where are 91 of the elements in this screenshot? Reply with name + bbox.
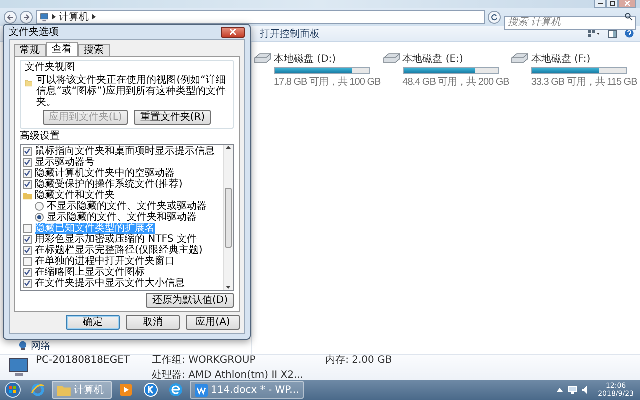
detail-text: 工作组: WORKGROUP xyxy=(152,354,257,367)
dialog-title: 文件夹选项 xyxy=(9,26,59,39)
address-bar[interactable]: 计算机 xyxy=(36,10,485,24)
setting-label[interactable]: 在缩略图上显示文件图标 xyxy=(35,267,145,278)
checkbox[interactable] xyxy=(23,224,32,233)
network-icon xyxy=(18,341,28,350)
refresh-icon xyxy=(491,14,498,20)
e-logo-icon xyxy=(169,383,183,397)
chevron-icon xyxy=(92,14,96,20)
close-icon xyxy=(230,29,236,35)
scrollbar[interactable] xyxy=(223,145,233,290)
dialog-button[interactable]: 确定 xyxy=(66,315,120,330)
drive-name[interactable]: 本地磁盘 (E:) xyxy=(402,52,510,66)
k-logo-icon xyxy=(144,383,158,397)
radio-button[interactable] xyxy=(35,202,44,211)
hard-drive-icon xyxy=(254,52,272,64)
checkbox[interactable] xyxy=(23,235,32,244)
maximize-icon xyxy=(610,1,614,6)
w-logo-icon xyxy=(195,384,208,396)
maximize-button[interactable] xyxy=(606,0,618,8)
detail-text: 处理器: AMD Athlon(tm) II X2... xyxy=(152,368,304,382)
tray-arrow-icon[interactable] xyxy=(557,388,564,392)
drive-name[interactable]: 本地磁盘 (D:) xyxy=(274,52,381,66)
setting-label[interactable]: 隐藏受保护的操作系统文件(推荐) xyxy=(35,179,183,190)
checkbox[interactable] xyxy=(23,158,32,167)
search-icon xyxy=(625,13,633,21)
setting-label[interactable]: 在标题栏显示完整路径(仅限经典主题) xyxy=(35,245,203,256)
section-heading: 高级设置 xyxy=(20,131,61,142)
checkbox[interactable] xyxy=(23,268,32,277)
checkbox[interactable] xyxy=(23,257,32,266)
setting-label[interactable]: 隐藏文件和文件夹 xyxy=(35,190,115,201)
tab[interactable]: 常规 xyxy=(14,44,46,56)
minimize-button[interactable] xyxy=(594,0,606,8)
toolbar-button[interactable]: 打开控制面板 xyxy=(256,26,324,40)
back-arrow-icon xyxy=(7,14,14,20)
nav-item[interactable]: 网络 xyxy=(31,338,51,352)
computer-icon xyxy=(8,358,30,378)
setting-label[interactable]: 不显示隐藏的文件、文件夹或驱动器 xyxy=(47,201,207,212)
setting-label[interactable]: 在文件夹提示中显示文件大小信息 xyxy=(35,278,185,289)
chevron-icon xyxy=(52,14,56,20)
address-text: 计算机 xyxy=(59,10,89,24)
drive-name[interactable]: 本地磁盘 (F:) xyxy=(531,52,638,66)
setting-label[interactable]: 隐藏计算机文件夹中的空驱动器 xyxy=(35,168,175,179)
folder-view-button[interactable]: 重置文件夹(R) xyxy=(134,110,212,125)
hard-drive-icon xyxy=(382,52,401,64)
forward-arrow-icon xyxy=(23,14,30,20)
minimize-icon xyxy=(598,2,602,4)
close-button[interactable] xyxy=(221,26,245,38)
start-button[interactable] xyxy=(2,381,24,399)
setting-label[interactable]: 鼠标指向文件夹和桌面项时显示提示信息 xyxy=(35,146,215,157)
help-icon[interactable] xyxy=(625,29,634,38)
group-heading: 文件夹视图 xyxy=(25,62,76,73)
close-icon xyxy=(624,1,630,6)
checkbox[interactable] xyxy=(23,147,32,156)
description-text: 可以将该文件夹正在使用的视图(例如“详细信息”或“图标”)应用到所有这种类型的文件夹。 xyxy=(36,75,228,108)
folder-icon xyxy=(57,384,71,396)
free-space-text: 33.3 GB 可用，共 115 GB xyxy=(531,76,638,89)
hard-drive-icon xyxy=(511,52,530,64)
dialog-button[interactable]: 应用(A) xyxy=(186,315,240,330)
setting-label[interactable]: 在单独的进程中打开文件夹窗口 xyxy=(35,256,175,267)
computer-icon xyxy=(40,12,49,22)
start-orb-icon xyxy=(5,382,21,398)
dialog-button[interactable]: 取消 xyxy=(126,315,180,330)
back-button[interactable] xyxy=(4,10,17,24)
radio-button[interactable] xyxy=(35,213,44,222)
play-icon xyxy=(120,384,132,396)
free-space-text: 17.8 GB 可用，共 100 GB xyxy=(274,76,381,89)
view-options-icon[interactable] xyxy=(588,30,600,38)
tab[interactable]: 查看 xyxy=(46,42,78,56)
detail-text: 内存: 2.00 GB xyxy=(326,354,392,367)
search-field[interactable]: 搜索 计算机 xyxy=(504,16,636,30)
setting-label[interactable]: 用彩色显示加密或压缩的 NTFS 文件 xyxy=(35,234,197,245)
network-icon[interactable] xyxy=(568,386,578,394)
scroll-up-icon[interactable] xyxy=(226,146,231,149)
forward-button[interactable] xyxy=(20,10,33,24)
checkbox[interactable] xyxy=(23,246,32,255)
folder-icon xyxy=(23,192,32,200)
restore-defaults-button[interactable]: 还原为默认值(D) xyxy=(146,293,234,308)
free-space-text: 48.4 GB 可用，共 200 GB xyxy=(402,76,510,89)
setting-label[interactable]: 显示隐藏的文件、文件夹和驱动器 xyxy=(47,212,197,223)
computer-name: PC-20180818EGET xyxy=(36,354,130,366)
checkbox[interactable] xyxy=(23,180,32,189)
preview-pane-icon[interactable] xyxy=(608,30,617,38)
tab[interactable]: 搜索 xyxy=(78,44,110,56)
checkbox[interactable] xyxy=(23,279,32,288)
scroll-down-icon[interactable] xyxy=(226,286,231,289)
checkbox[interactable] xyxy=(23,169,32,178)
browser-icon xyxy=(31,383,45,397)
setting-label[interactable]: 显示驱动器号 xyxy=(35,157,95,168)
speaker-icon[interactable] xyxy=(582,386,590,394)
refresh-button[interactable] xyxy=(488,10,501,24)
